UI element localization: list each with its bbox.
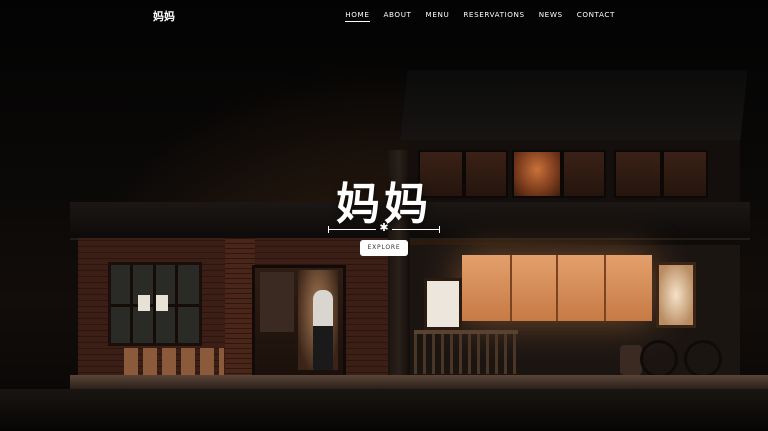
wooden-bench — [414, 330, 518, 374]
wooden-chairs — [124, 348, 224, 376]
noren-slit — [604, 255, 606, 321]
paper-lantern — [656, 262, 696, 328]
main-menu: HOME ABOUT MENU RESERVATIONS NEWS CONTAC… — [345, 10, 615, 22]
nav-item-home[interactable]: HOME — [345, 10, 370, 22]
divider-cap — [439, 226, 440, 233]
road — [0, 389, 768, 431]
hero-divider: ✱ — [328, 221, 440, 236]
divider-line — [392, 229, 440, 230]
sidewalk — [70, 375, 768, 389]
divider-line — [328, 229, 376, 230]
menu-board — [424, 278, 462, 330]
brick-column — [225, 238, 255, 378]
paper-notice — [156, 295, 168, 311]
door-curtain — [260, 272, 294, 332]
bicycle-wheel — [640, 340, 678, 378]
site-logo[interactable]: 妈妈 — [153, 8, 175, 24]
nav-item-reservations[interactable]: RESERVATIONS — [463, 10, 524, 22]
ceramic-pot — [620, 345, 642, 375]
noren-slit — [556, 255, 558, 321]
nav-item-news[interactable]: NEWS — [539, 10, 563, 22]
person-figure — [313, 290, 333, 370]
roof — [400, 70, 748, 140]
nav-item-menu[interactable]: MENU — [426, 10, 450, 22]
bicycle-wheel — [684, 340, 722, 378]
top-navigation: 妈妈 HOME ABOUT MENU RESERVATIONS NEWS CON… — [0, 0, 768, 32]
hero-section: 妈妈 HOME ABOUT MENU RESERVATIONS NEWS CON… — [0, 0, 768, 431]
nav-item-contact[interactable]: CONTACT — [577, 10, 615, 22]
noren-slit — [510, 255, 512, 321]
nav-item-about[interactable]: ABOUT — [384, 10, 412, 22]
explore-button[interactable]: EXPLORE — [360, 240, 408, 256]
asterisk-ornament-icon: ✱ — [379, 221, 389, 234]
paper-notice — [138, 295, 150, 311]
shop-window — [108, 262, 202, 346]
